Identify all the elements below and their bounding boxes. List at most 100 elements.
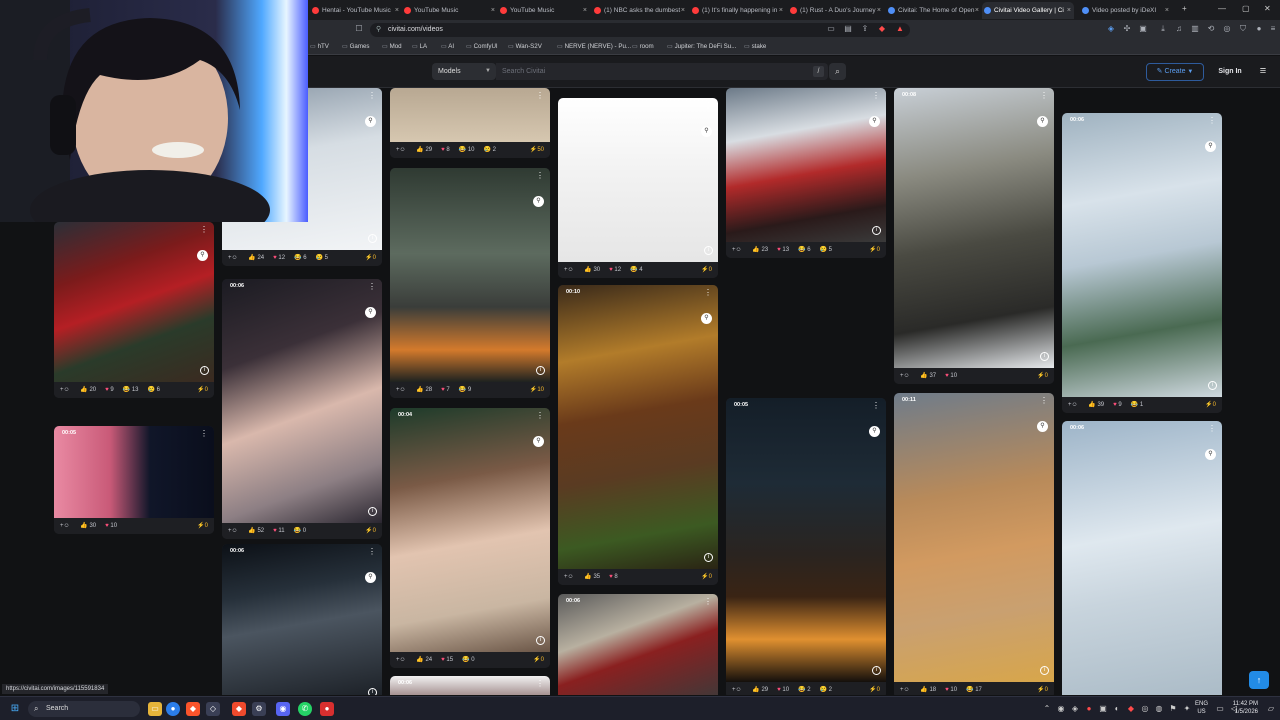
close-tab-icon[interactable]: × [975, 2, 979, 19]
video-card[interactable]: 00:04 ⋮ ⚲ i +☺ 👍 24 ♥ 15 😂 0 ⚡0 [390, 408, 550, 668]
buzz-tip-button[interactable]: ⚡50 [530, 142, 544, 158]
info-icon[interactable]: i [368, 507, 377, 516]
link-icon[interactable]: ⚲ [533, 436, 544, 447]
reader-icon[interactable]: ▤ [843, 24, 853, 34]
heart-count[interactable]: ♥ 12 [273, 255, 285, 261]
bookmark-item[interactable]: ▭ NERVE (NERVE) - Pu... [557, 40, 631, 54]
video-thumbnail[interactable] [222, 544, 382, 695]
discord-icon[interactable]: ◉ [276, 702, 290, 716]
like-count[interactable]: 👍 29 [752, 687, 768, 693]
more-options-icon[interactable]: ⋮ [368, 547, 376, 556]
laugh-count[interactable]: 😂 0 [462, 657, 474, 663]
hamburger-menu-icon[interactable]: ≡ [1256, 65, 1270, 79]
video-thumbnail[interactable] [1062, 113, 1222, 397]
more-options-icon[interactable]: ⋮ [704, 101, 712, 110]
cry-count[interactable]: 😢 2 [484, 147, 496, 153]
heart-count[interactable]: ♥ 10 [945, 373, 957, 379]
like-count[interactable]: 👍 30 [80, 523, 96, 529]
video-card[interactable]: 00:06 ⋮ ⚲ i +☺ 👍 52 ♥ 11 😂 0 ⚡0 [222, 279, 382, 539]
more-options-icon[interactable]: ⋮ [1208, 116, 1216, 125]
add-reaction-button[interactable]: +☺ [564, 574, 575, 580]
tray-app-icon[interactable]: ◎ [1138, 702, 1152, 716]
buzz-tip-button[interactable]: ⚡0 [197, 518, 208, 534]
link-icon[interactable]: ⚲ [701, 313, 712, 324]
tray-app-icon[interactable]: ▣ [1096, 702, 1110, 716]
video-card[interactable]: 00:11 ⋮ ⚲ i +☺ 👍 18 ♥ 10 😂 17 ⚡0 [894, 393, 1054, 695]
network-icon[interactable]: ▭ [1213, 702, 1227, 716]
browser-tab[interactable]: (1) It's finally happening in × [690, 2, 786, 19]
add-reaction-button[interactable]: +☺ [732, 687, 743, 693]
close-tab-icon[interactable]: × [877, 2, 881, 19]
video-card[interactable]: 00:10 ⋮ ⚲ i +☺ 👍 35 ♥ 8 ⚡0 [558, 285, 718, 585]
site-info-icon[interactable]: ⚲ [376, 23, 381, 37]
bookmark-item[interactable]: ▭ room [632, 40, 654, 54]
video-thumbnail[interactable] [726, 88, 886, 242]
heart-count[interactable]: ♥ 8 [609, 574, 618, 580]
bookmark-item[interactable]: ▭ Jupiter: The DeFi Su... [667, 40, 736, 54]
more-options-icon[interactable]: ⋮ [536, 91, 544, 100]
search-button[interactable]: ⌕ [829, 63, 846, 80]
add-reaction-button[interactable]: +☺ [60, 387, 71, 393]
info-icon[interactable]: i [1040, 666, 1049, 675]
bookmark-item[interactable]: ▭ Mod [382, 40, 402, 54]
tray-app-icon[interactable]: ◈ [1068, 702, 1082, 716]
app-icon[interactable]: ◇ [206, 702, 220, 716]
browser-menu-icon[interactable]: ≡ [1268, 24, 1278, 34]
browser-tab[interactable]: (1) Rust - A Duo's Journey × [788, 2, 884, 19]
buzz-tip-button[interactable]: ⚡0 [701, 569, 712, 585]
link-icon[interactable]: ⚲ [1037, 116, 1048, 127]
bookmark-item[interactable]: ▭ AI [441, 40, 454, 54]
close-tab-icon[interactable]: × [681, 2, 685, 19]
heart-count[interactable]: ♥ 7 [441, 387, 450, 393]
like-count[interactable]: 👍 37 [920, 373, 936, 379]
brave-pinned-icon[interactable]: ◆ [232, 702, 246, 716]
laugh-count[interactable]: 😂 10 [459, 147, 475, 153]
cast-icon[interactable]: ▭ [826, 24, 836, 34]
info-icon[interactable]: i [1040, 352, 1049, 361]
heart-count[interactable]: ♥ 10 [777, 687, 789, 693]
laugh-count[interactable]: 😂 17 [966, 687, 982, 693]
heart-count[interactable]: ♥ 9 [1113, 402, 1122, 408]
download-icon[interactable]: ⤓ [1158, 24, 1168, 34]
like-count[interactable]: 👍 28 [416, 387, 432, 393]
link-icon[interactable]: ⚲ [365, 307, 376, 318]
video-thumbnail[interactable] [54, 426, 214, 518]
video-thumbnail[interactable] [558, 285, 718, 569]
more-options-icon[interactable]: ⋮ [1208, 424, 1216, 433]
browser-tab[interactable]: YouTube Music × [498, 2, 590, 19]
puzzle-icon[interactable]: ✣ [1122, 24, 1132, 34]
brave-shield-icon[interactable]: ◆ [877, 24, 887, 34]
laugh-count[interactable]: 😂 4 [630, 267, 642, 273]
buzz-tip-button[interactable]: ⚡0 [365, 523, 376, 539]
more-options-icon[interactable]: ⋮ [368, 91, 376, 100]
maximize-button[interactable]: ▢ [1242, 4, 1250, 13]
laugh-count[interactable]: 😂 9 [459, 387, 471, 393]
link-icon[interactable]: ⚲ [1205, 141, 1216, 152]
more-options-icon[interactable]: ⋮ [704, 597, 712, 606]
history-icon[interactable]: ⟲ [1206, 24, 1216, 34]
bookmark-icon[interactable]: ☐ [354, 24, 364, 34]
video-thumbnail[interactable] [726, 398, 886, 682]
like-count[interactable]: 👍 18 [920, 687, 936, 693]
system-clock[interactable]: 11:42 PM 1/5/2026 [1233, 700, 1258, 716]
video-card[interactable]: ⋮ +☺ 👍 29 ♥ 8 😂 10 😢 2 ⚡50 [390, 88, 550, 158]
buzz-tip-button[interactable]: ⚡0 [869, 242, 880, 258]
scroll-to-top-button[interactable]: ↑ [1249, 671, 1269, 689]
browser-tab[interactable]: Video posted by iDeXI × [1080, 2, 1172, 19]
heart-count[interactable]: ♥ 11 [273, 528, 284, 534]
media-icon[interactable]: ♫ [1174, 24, 1184, 34]
close-tab-icon[interactable]: × [395, 2, 399, 19]
close-tab-icon[interactable]: × [491, 2, 495, 19]
buzz-tip-button[interactable]: ⚡0 [1037, 368, 1048, 384]
laugh-count[interactable]: 😂 6 [294, 255, 306, 261]
add-reaction-button[interactable]: +☺ [228, 255, 239, 261]
new-tab-button[interactable]: + [1182, 4, 1187, 13]
buzz-tip-button[interactable]: ⚡0 [533, 652, 544, 668]
add-reaction-button[interactable]: +☺ [228, 528, 239, 534]
more-options-icon[interactable]: ⋮ [200, 225, 208, 234]
video-card[interactable]: 00:06 ⋮ ⚲ i +☺ 👍 39 ♥ 9 😂 1 ⚡0 [1062, 113, 1222, 413]
video-thumbnail[interactable] [1062, 421, 1222, 695]
link-icon[interactable]: ⚲ [869, 116, 880, 127]
browser-tab[interactable]: Civitai Video Gallery | Ci × [982, 2, 1074, 19]
wallet-icon[interactable]: ▣ [1138, 24, 1148, 34]
